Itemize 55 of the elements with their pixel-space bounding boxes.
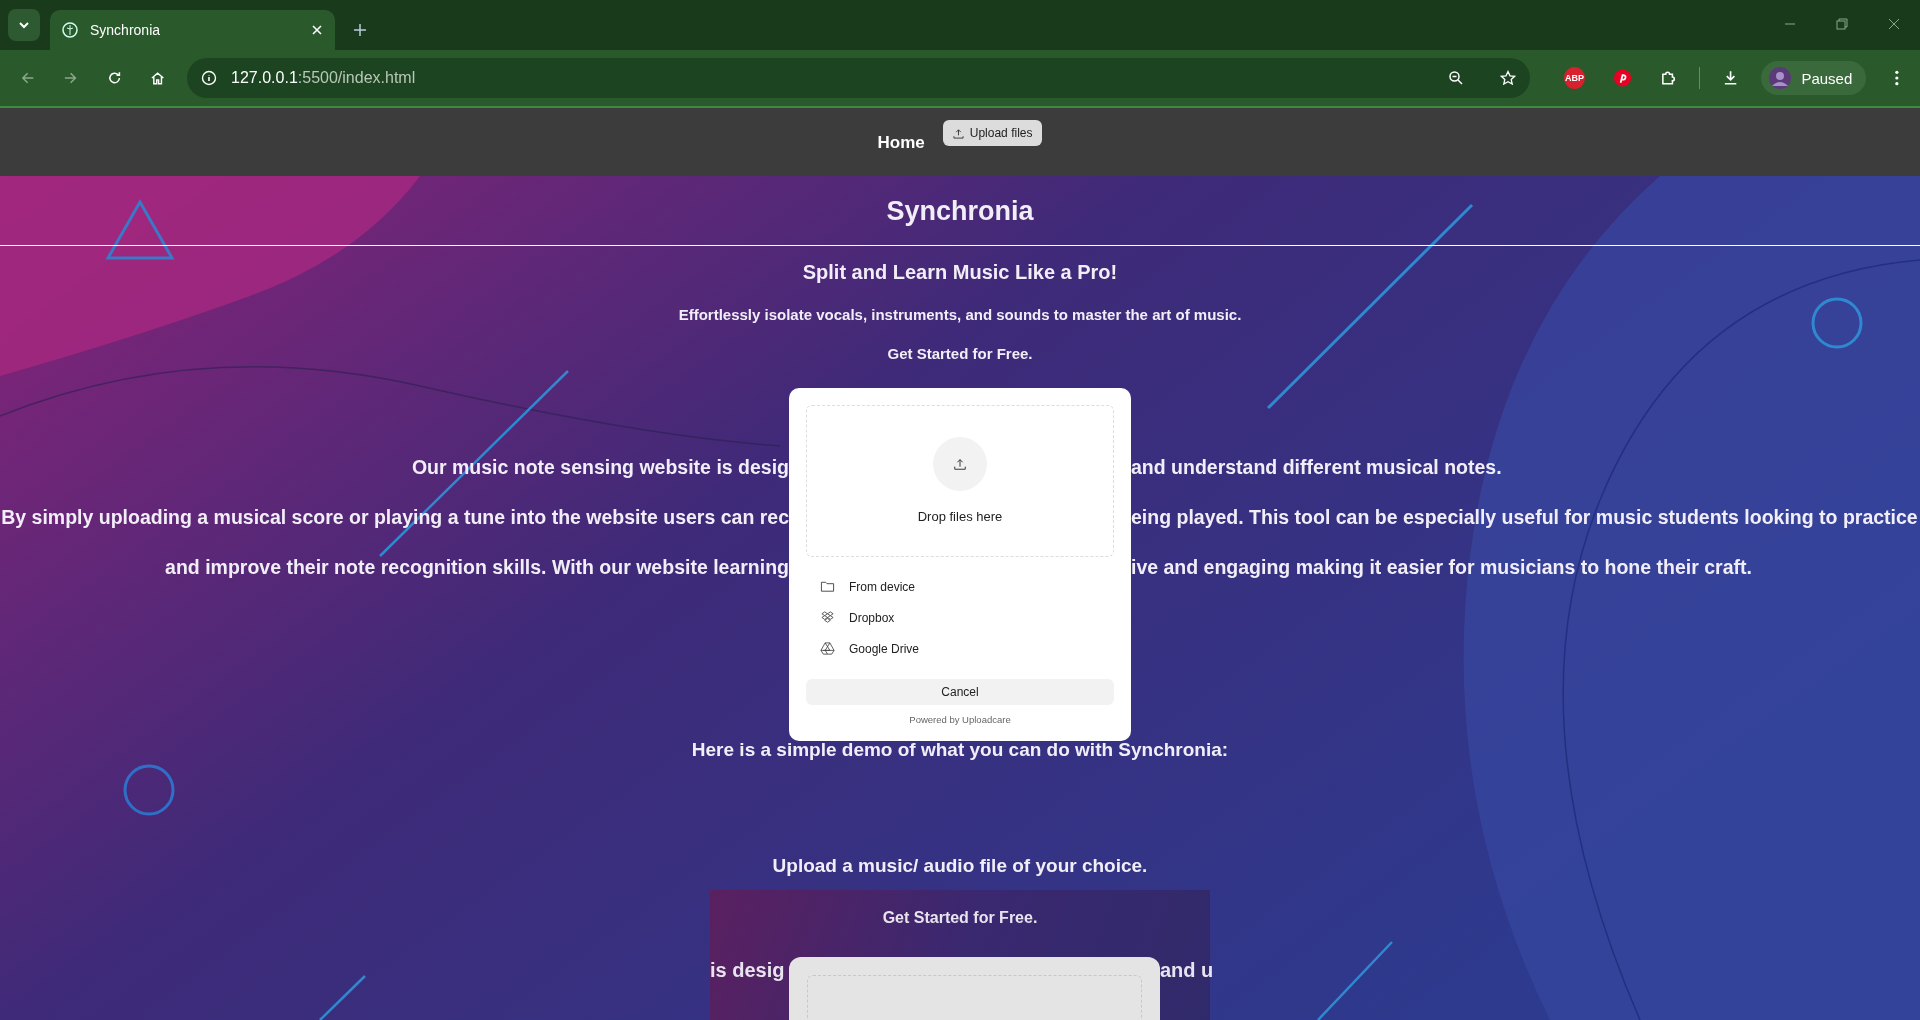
menu-icon[interactable] [1894, 69, 1900, 87]
tagline: Effortlessly isolate vocals, instruments, and sounds to master the art of music. [678, 306, 1242, 324]
paragraph-text: ive and engaging making it easier for musicians to hone their craft. [1131, 555, 1752, 579]
paragraph-text: is desig [710, 959, 785, 982]
demo-heading: Here is a simple demo of what you can do with Synchronia: [691, 738, 1229, 762]
browser-tab[interactable]: Synchronia [50, 10, 335, 50]
zoom-out-icon[interactable] [1448, 70, 1465, 86]
source-option[interactable]: From device [806, 571, 1114, 602]
paragraph-text: eing played. This tool can be especially useful for music students looking to practice [1131, 505, 1918, 529]
puzzle-icon[interactable] [1660, 69, 1678, 87]
home-link[interactable]: Home [877, 133, 925, 153]
close-icon[interactable] [1888, 18, 1900, 30]
avatar-icon [1769, 67, 1792, 89]
paragraph-text: and understand different musical notes. [1131, 455, 1502, 479]
back-icon[interactable] [20, 70, 36, 86]
home-icon[interactable] [149, 70, 166, 86]
url-text: 127.0.0.1:5500/index.html [231, 69, 416, 87]
folder-icon [820, 579, 835, 594]
paragraph-text: and u [1160, 959, 1214, 982]
paragraph-text: and improve their note recognition skills. With our website learning [165, 555, 789, 579]
drop-label: Drop files here [917, 509, 1003, 524]
reload-icon[interactable] [106, 70, 122, 86]
subtitle: Split and Learn Music Like a Pro! [802, 260, 1118, 284]
dropbox-icon [820, 610, 835, 625]
ring-shape [123, 764, 175, 816]
tab-title: Synchronia [90, 22, 162, 38]
get-started-text: Get Started for Free. [882, 908, 1038, 928]
paragraph-text: Our music note sensing website is desig [411, 455, 789, 479]
pin-badge-icon[interactable] [1613, 68, 1633, 88]
ring-shape [1811, 297, 1863, 349]
page-title: Synchronia [886, 195, 1034, 227]
profile-button[interactable]: Paused [1761, 61, 1867, 95]
address-bar[interactable]: 127.0.0.1:5500/index.html [187, 58, 1531, 98]
caret-icon [18, 19, 30, 31]
drop-zone[interactable]: Drop files here [806, 405, 1114, 557]
source-option[interactable]: Google Drive [806, 633, 1114, 664]
triangle-shape [105, 198, 175, 260]
drive-icon [820, 641, 835, 656]
upload-files-button[interactable]: Upload files [942, 120, 1043, 146]
tab-search-button[interactable] [8, 9, 40, 41]
forward-icon[interactable] [63, 70, 79, 86]
star-icon[interactable] [1500, 70, 1517, 86]
new-tab-icon[interactable] [353, 23, 367, 37]
upload-icon [952, 127, 964, 139]
get-started-text: Get Started for Free. [887, 345, 1033, 363]
restore-icon[interactable] [1836, 18, 1848, 30]
upload-prompt: Upload a music/ audio file of your choice. [772, 854, 1148, 878]
extension-badge[interactable]: ABP [1564, 67, 1586, 89]
info-icon[interactable] [201, 70, 218, 86]
site-icon [62, 22, 78, 38]
diagonal-line [319, 975, 366, 1020]
paragraph-text: By simply uploading a musical score or playing a tune into the website users can rec [1, 505, 789, 529]
powered-by-text: Powered by Uploadcare [909, 714, 1011, 725]
cancel-button[interactable]: Cancel [806, 679, 1114, 705]
source-option[interactable]: Dropbox [806, 602, 1114, 633]
